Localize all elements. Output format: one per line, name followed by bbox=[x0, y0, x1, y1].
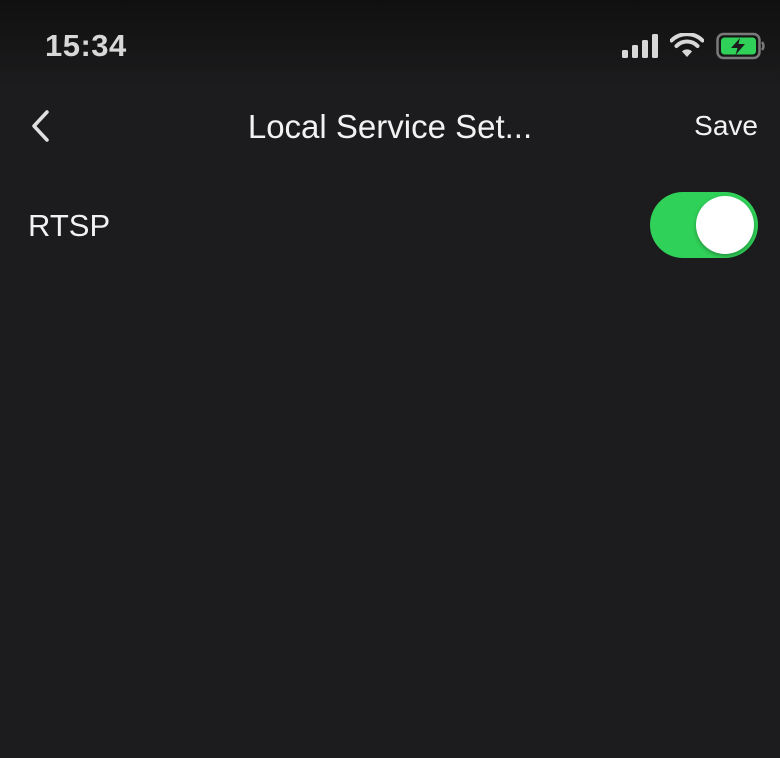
save-button[interactable]: Save bbox=[694, 110, 758, 142]
navigation-bar: Local Service Set... Save bbox=[0, 96, 780, 160]
status-time: 15:34 bbox=[45, 28, 127, 63]
cellular-signal-icon bbox=[622, 34, 658, 58]
rtsp-toggle[interactable] bbox=[650, 192, 758, 258]
setting-row-rtsp: RTSP bbox=[0, 186, 780, 266]
status-icons bbox=[622, 30, 766, 62]
battery-charging-icon bbox=[716, 32, 766, 60]
back-button[interactable] bbox=[18, 106, 62, 150]
wifi-icon bbox=[670, 33, 704, 59]
chevron-left-icon bbox=[29, 109, 51, 148]
status-bar: 15:34 bbox=[0, 0, 780, 90]
rtsp-label: RTSP bbox=[28, 208, 111, 243]
toggle-knob bbox=[696, 196, 754, 254]
page-title: Local Service Set... bbox=[247, 108, 533, 145]
